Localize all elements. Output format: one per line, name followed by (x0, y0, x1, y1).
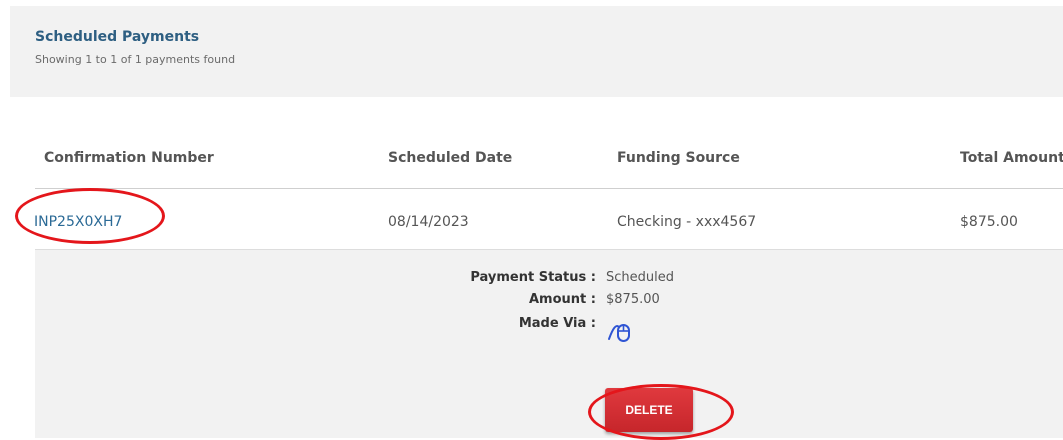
made-via-label: Made Via : (518, 316, 596, 331)
column-header-scheduled-date[interactable]: Scheduled Date (388, 150, 512, 166)
column-header-total-amount[interactable]: Total Amount (960, 150, 1063, 166)
payment-status-label: Payment Status : (470, 270, 596, 285)
payment-status-value: Scheduled (606, 270, 674, 285)
mouse-icon (608, 324, 630, 342)
amount-value: $875.00 (606, 292, 660, 307)
column-header-funding-source[interactable]: Funding Source (617, 150, 740, 166)
scheduled-payments-header: Scheduled Payments Showing 1 to 1 of 1 p… (10, 6, 1063, 97)
results-count: Showing 1 to 1 of 1 payments found (35, 53, 236, 66)
funding-source-cell: Checking - xxx4567 (617, 214, 757, 230)
panel-title: Scheduled Payments (35, 29, 200, 45)
annotation-circle-confirmation (15, 188, 165, 244)
column-header-confirmation[interactable]: Confirmation Number (44, 150, 214, 166)
annotation-circle-delete (588, 384, 734, 440)
amount-label: Amount : (529, 292, 596, 307)
scheduled-date-cell: 08/14/2023 (388, 214, 469, 230)
total-amount-cell: $875.00 (960, 214, 1018, 230)
header-divider (35, 188, 1063, 189)
